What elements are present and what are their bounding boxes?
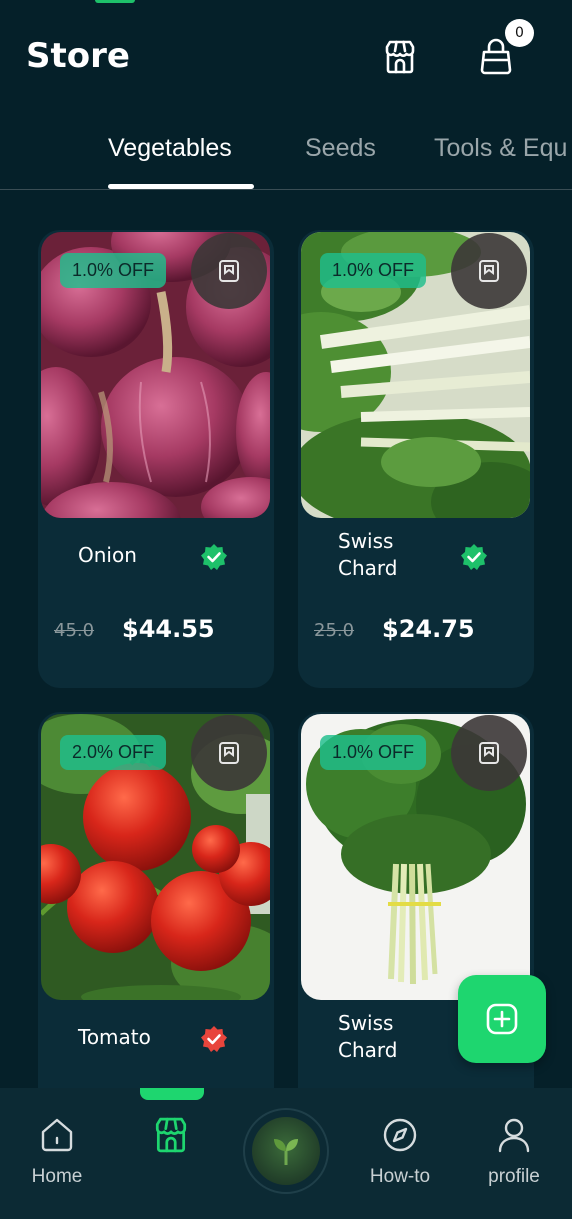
bookmark-button[interactable]	[191, 715, 267, 791]
nav-profile-label: profile	[488, 1166, 540, 1187]
tab-tools[interactable]: Tools & Equ	[434, 134, 567, 163]
user-icon	[498, 1118, 530, 1153]
sale-price: $24.75	[382, 615, 475, 643]
sprout-logo	[252, 1117, 320, 1185]
verified-badge-icon	[201, 544, 227, 570]
product-grid: 1.0% OFF Onion 45.0 $44.55 1.0% OFF Swis…	[0, 190, 572, 1090]
nav-home[interactable]: Home	[7, 1116, 107, 1188]
tab-vegetables[interactable]: Vegetables	[108, 134, 232, 163]
page-title: Store	[26, 36, 130, 76]
product-name: Onion	[78, 543, 137, 567]
cart-count-badge: 0	[505, 19, 534, 47]
bookmark-icon	[219, 260, 239, 282]
verified-badge-icon	[201, 1026, 227, 1052]
add-product-button[interactable]	[458, 975, 546, 1063]
center-plant-button[interactable]	[243, 1108, 329, 1194]
storefront-icon	[155, 1117, 187, 1153]
compass-icon	[383, 1118, 417, 1152]
bookmark-button[interactable]	[451, 715, 527, 791]
product-name: Tomato	[78, 1025, 151, 1049]
sprout-icon	[274, 1139, 298, 1165]
product-card[interactable]: 1.0% OFF Onion 45.0 $44.55	[38, 230, 274, 688]
discount-badge: 1.0% OFF	[320, 253, 427, 288]
storefront-icon	[385, 40, 415, 74]
discount-badge: 1.0% OFF	[60, 253, 167, 288]
product-card[interactable]: 2.0% OFF Tomato	[38, 712, 274, 1090]
app-header: Store 0	[0, 0, 572, 110]
nav-store[interactable]	[121, 1116, 221, 1158]
bottom-navigation: Home How-to profile	[0, 1088, 572, 1219]
nav-home-label: Home	[31, 1166, 83, 1187]
active-tab-indicator	[108, 184, 254, 189]
bookmark-button[interactable]	[451, 233, 527, 309]
sale-price: $44.55	[122, 615, 215, 643]
product-name: Swiss Chard	[338, 529, 398, 580]
bookmark-icon	[219, 742, 239, 764]
product-card[interactable]: 1.0% OFF Swiss Chard 25.0 $24.75	[298, 230, 534, 688]
product-name: Swiss Chard	[338, 1011, 398, 1062]
original-price: 45.0	[54, 620, 95, 641]
active-nav-indicator	[140, 1088, 204, 1100]
original-price: 25.0	[314, 620, 355, 641]
nav-howto[interactable]: How-to	[350, 1116, 450, 1188]
nav-howto-label: How-to	[369, 1166, 431, 1187]
verified-badge-icon	[461, 544, 487, 570]
bookmark-icon	[479, 260, 499, 282]
add-square-icon	[486, 1003, 518, 1035]
category-tabs: Vegetables Seeds Tools & Equ	[0, 120, 572, 190]
home-icon	[41, 1118, 73, 1152]
nav-profile[interactable]: profile	[464, 1116, 564, 1188]
store-button[interactable]	[378, 35, 422, 79]
discount-badge: 1.0% OFF	[320, 735, 427, 770]
tab-seeds[interactable]: Seeds	[305, 134, 376, 163]
bookmark-icon	[479, 742, 499, 764]
bookmark-button[interactable]	[191, 233, 267, 309]
discount-badge: 2.0% OFF	[60, 735, 167, 770]
